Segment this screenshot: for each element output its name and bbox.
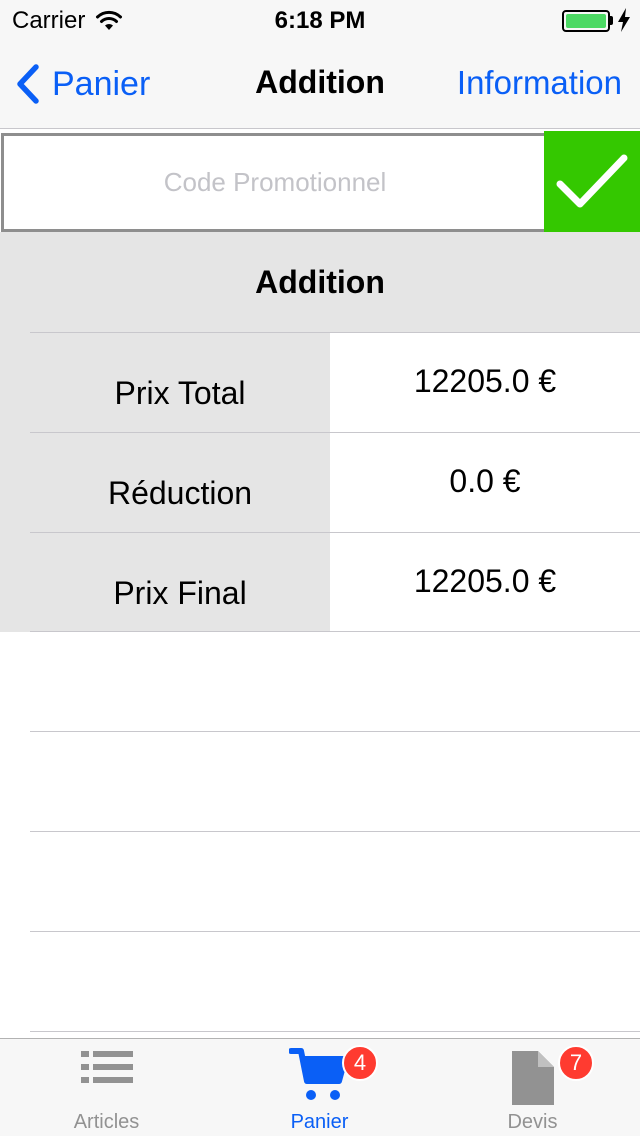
row-separator bbox=[30, 931, 640, 932]
navigation-bar: Panier Addition Information bbox=[0, 40, 640, 129]
row-label: Prix Total bbox=[114, 374, 246, 411]
charging-icon bbox=[618, 8, 630, 32]
promo-code-input[interactable] bbox=[1, 133, 546, 232]
battery-icon bbox=[562, 10, 610, 32]
row-separator bbox=[30, 731, 640, 732]
promo-code-row bbox=[0, 131, 640, 232]
tab-bar: Articles 4 Panier 7 Devis bbox=[0, 1038, 640, 1136]
addition-section: Addition Prix Total 12205.0 € Réduction … bbox=[0, 232, 640, 633]
tab-label: Devis bbox=[507, 1111, 558, 1133]
prix-total-row: Prix Total 12205.0 € bbox=[30, 332, 640, 433]
row-label: Prix Final bbox=[113, 574, 247, 611]
row-separator bbox=[30, 831, 640, 832]
row-separator bbox=[30, 631, 640, 632]
checkmark-icon bbox=[556, 154, 628, 207]
tab-panier[interactable]: 4 Panier bbox=[213, 1039, 426, 1136]
tab-label: Panier bbox=[290, 1111, 349, 1133]
apply-promo-button[interactable] bbox=[544, 131, 640, 232]
row-value: 12205.0 € bbox=[330, 333, 640, 433]
addition-header: Addition bbox=[255, 263, 385, 300]
row-separator bbox=[30, 1031, 640, 1032]
list-icon bbox=[80, 1051, 133, 1083]
status-time: 6:18 PM bbox=[274, 7, 366, 34]
row-value: 0.0 € bbox=[330, 433, 640, 533]
reduction-row: Réduction 0.0 € bbox=[30, 432, 640, 533]
row-label: Réduction bbox=[107, 474, 253, 511]
status-bar: Carrier 6:18 PM bbox=[0, 0, 640, 40]
tab-label: Articles bbox=[73, 1111, 140, 1133]
document-icon bbox=[512, 1051, 554, 1105]
row-value: 12205.0 € bbox=[330, 533, 640, 633]
tab-devis[interactable]: 7 Devis bbox=[426, 1039, 639, 1136]
prix-final-row: Prix Final 12205.0 € bbox=[30, 532, 640, 633]
cart-badge: 4 bbox=[342, 1045, 378, 1081]
cart-icon bbox=[289, 1048, 348, 1100]
tab-articles[interactable]: Articles bbox=[0, 1039, 213, 1136]
battery-tip bbox=[610, 16, 613, 25]
information-button[interactable]: Information bbox=[457, 64, 622, 102]
devis-badge: 7 bbox=[558, 1045, 594, 1081]
